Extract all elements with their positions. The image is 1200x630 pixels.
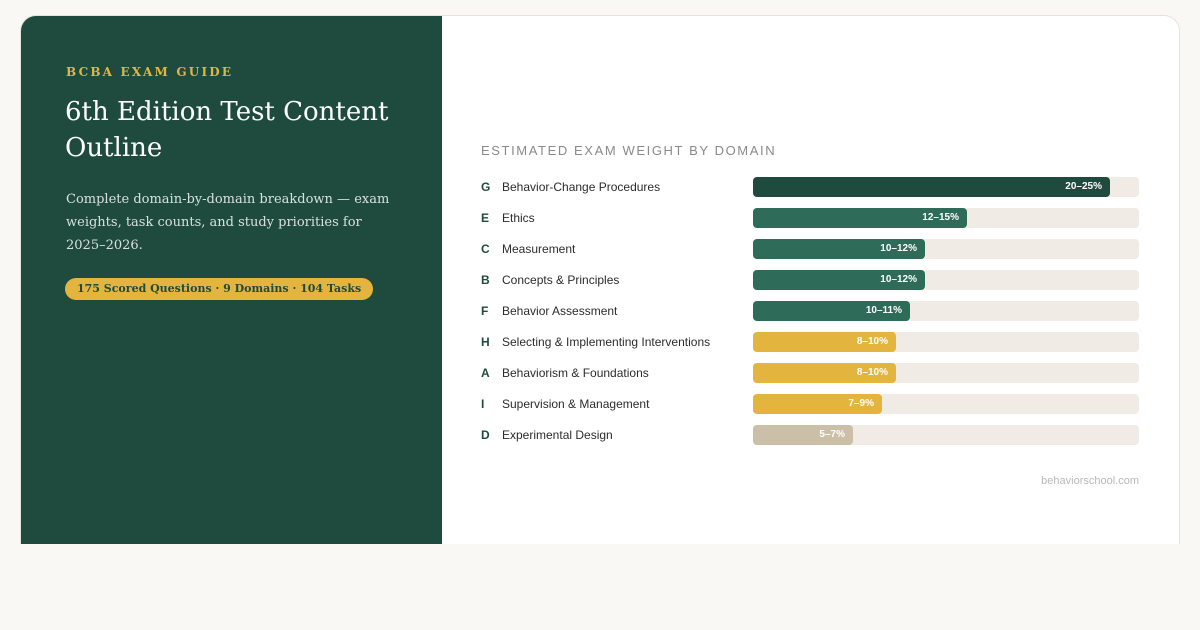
bar-fill: 10–12% [753, 270, 925, 290]
domain-name: Concepts & Principles [502, 273, 620, 287]
domain-code: H [481, 335, 490, 349]
domain-code: A [481, 366, 490, 380]
eyebrow-label: BCBA EXAM GUIDE [66, 65, 234, 79]
summary-badge: 175 Scored Questions · 9 Domains · 104 T… [65, 278, 374, 300]
bar-fill: 12–15% [753, 208, 967, 228]
bar-track: 5–7% [753, 425, 1139, 445]
domain-name: Measurement [502, 242, 576, 256]
bar-row-e: E Ethics 12–15% [481, 208, 1139, 239]
bar-track: 20–25% [753, 177, 1139, 197]
bar-value-label: 7–9% [848, 398, 874, 409]
domain-code: I [481, 397, 485, 411]
bar-fill: 8–10% [753, 332, 896, 352]
bar-value-label: 8–10% [856, 367, 888, 378]
page-subtitle: Complete domain-by-domain breakdown — ex… [66, 192, 390, 253]
bar-row-i: I Supervision & Management 7–9% [481, 394, 1139, 425]
domain-code: F [481, 304, 489, 318]
domain-code: D [481, 428, 490, 442]
bar-value-label: 10–11% [865, 305, 902, 316]
domain-name: Behavior-Change Procedures [502, 180, 661, 194]
bar-row-a: A Behaviorism & Foundations 8–10% [481, 363, 1139, 394]
bar-track: 8–10% [753, 332, 1139, 352]
bar-track: 10–11% [753, 301, 1139, 321]
bar-value-label: 5–7% [819, 429, 845, 440]
bar-row-g: G Behavior-Change Procedures 20–25% [481, 177, 1139, 208]
site-footer: behaviorschool.com [1041, 475, 1139, 487]
bar-track: 10–12% [753, 270, 1139, 290]
bar-track: 12–15% [753, 208, 1139, 228]
chart-title: ESTIMATED EXAM WEIGHT BY DOMAIN [481, 143, 777, 158]
domain-code: C [481, 242, 490, 256]
bar-fill: 10–12% [753, 239, 925, 259]
bar-chart: G Behavior-Change Procedures 20–25% E Ethics… [481, 177, 1139, 456]
bar-value-label: 10–12% [880, 274, 917, 285]
domain-name: Selecting & Implementing Interventions [502, 335, 711, 349]
bar-fill: 8–10% [753, 363, 896, 383]
content-card: BCBA EXAM GUIDE 6th Edition Test Content… [20, 15, 1180, 544]
bar-fill: 20–25% [753, 177, 1110, 197]
bar-row-d: D Experimental Design 5–7% [481, 425, 1139, 456]
bar-row-f: F Behavior Assessment 10–11% [481, 301, 1139, 332]
bar-fill: 5–7% [753, 425, 853, 445]
bar-fill: 7–9% [753, 394, 882, 414]
bar-track: 8–10% [753, 363, 1139, 383]
bar-value-label: 10–12% [880, 243, 917, 254]
bar-value-label: 20–25% [1065, 181, 1102, 192]
bar-track: 7–9% [753, 394, 1139, 414]
info-panel: BCBA EXAM GUIDE 6th Edition Test Content… [21, 16, 442, 544]
domain-code: E [481, 211, 490, 225]
bar-value-label: 12–15% [922, 212, 959, 223]
bar-row-h: H Selecting & Implementing Interventions 8… [481, 332, 1139, 363]
bar-row-c: C Measurement 10–12% [481, 239, 1139, 270]
domain-name: Ethics [502, 211, 535, 225]
domain-code: B [481, 273, 490, 287]
page-title: 6th Edition Test Content Outline [65, 97, 389, 163]
bar-track: 10–12% [753, 239, 1139, 259]
bar-value-label: 8–10% [856, 336, 888, 347]
domain-name: Supervision & Management [502, 397, 650, 411]
domain-code: G [481, 180, 491, 194]
domain-name: Behavior Assessment [502, 304, 618, 318]
bar-fill: 10–11% [753, 301, 910, 321]
domain-name: Experimental Design [502, 428, 613, 442]
domain-name: Behaviorism & Foundations [502, 366, 649, 380]
bar-row-b: B Concepts & Principles 10–12% [481, 270, 1139, 301]
